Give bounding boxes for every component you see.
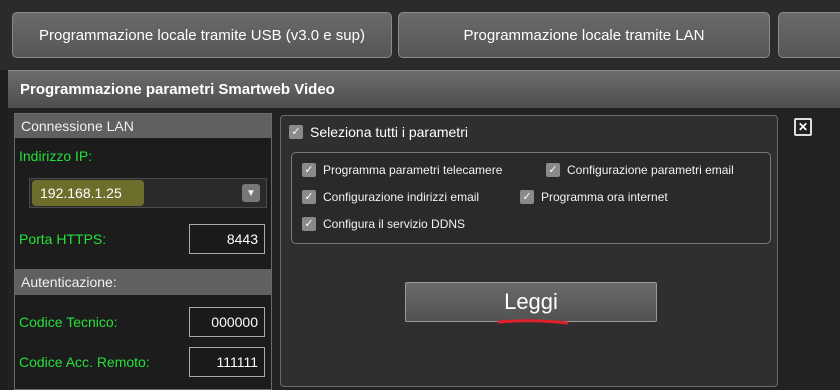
- tab-lan-programming[interactable]: Programmazione locale tramite LAN: [398, 12, 770, 58]
- tech-code-input[interactable]: 000000: [189, 307, 265, 337]
- email-params-label: Configurazione parametri email: [567, 163, 734, 177]
- red-underline: [497, 319, 569, 325]
- section-title: Programmazione parametri Smartweb Video: [8, 70, 840, 108]
- select-all-checkbox[interactable]: ✓ Seleziona tutti i parametri: [289, 124, 468, 140]
- tab-strip: Programmazione locale tramite USB (v3.0 …: [0, 0, 840, 70]
- port-label: Porta HTTPS:: [19, 231, 107, 247]
- email-params-checkbox[interactable]: ✓ Configurazione parametri email: [546, 163, 734, 177]
- internet-time-label: Programma ora internet: [541, 190, 668, 204]
- camera-params-checkbox[interactable]: ✓ Programma parametri telecamere: [302, 163, 502, 177]
- select-all-label: Seleziona tutti i parametri: [310, 124, 468, 140]
- ddns-checkbox[interactable]: ✓ Configura il servizio DDNS: [302, 217, 465, 231]
- authentication-header: Autenticazione:: [15, 269, 271, 295]
- tab-usb-programming[interactable]: Programmazione locale tramite USB (v3.0 …: [12, 12, 392, 58]
- ddns-label: Configura il servizio DDNS: [323, 217, 466, 231]
- checkbox-icon: ✓: [302, 217, 316, 231]
- read-button[interactable]: Leggi: [405, 282, 657, 322]
- remote-code-input[interactable]: 111111: [189, 347, 265, 377]
- parameters-panel: ✓ Seleziona tutti i parametri ✓ Programm…: [280, 115, 778, 387]
- camera-params-label: Programma parametri telecamere: [323, 163, 503, 177]
- checkbox-icon: ✓: [546, 163, 560, 177]
- ip-address-select[interactable]: 192.168.1.25 ▼: [29, 178, 267, 208]
- checkbox-icon: ✓: [302, 163, 316, 177]
- connection-panel: Connessione LAN Indirizzo IP: 192.168.1.…: [14, 113, 272, 390]
- checkbox-icon: ✓: [289, 125, 303, 139]
- email-addresses-label: Configurazione indirizzi email: [323, 190, 480, 204]
- tab-more[interactable]: [778, 12, 840, 58]
- parameters-group: ✓ Programma parametri telecamere ✓ Confi…: [291, 152, 771, 244]
- lan-connection-header: Connessione LAN: [15, 114, 271, 138]
- remote-code-label: Codice Acc. Remoto:: [19, 354, 150, 370]
- ip-address-label: Indirizzo IP:: [19, 148, 93, 164]
- checkbox-icon: ✓: [302, 190, 316, 204]
- tech-code-label: Codice Tecnico:: [19, 314, 118, 330]
- ip-address-value: 192.168.1.25: [40, 185, 122, 201]
- checkbox-icon: ✓: [520, 190, 534, 204]
- close-icon[interactable]: ✕: [794, 118, 812, 136]
- port-input[interactable]: 8443: [189, 224, 265, 254]
- chevron-down-icon[interactable]: ▼: [242, 184, 260, 202]
- internet-time-checkbox[interactable]: ✓ Programma ora internet: [520, 190, 668, 204]
- email-addresses-checkbox[interactable]: ✓ Configurazione indirizzi email: [302, 190, 479, 204]
